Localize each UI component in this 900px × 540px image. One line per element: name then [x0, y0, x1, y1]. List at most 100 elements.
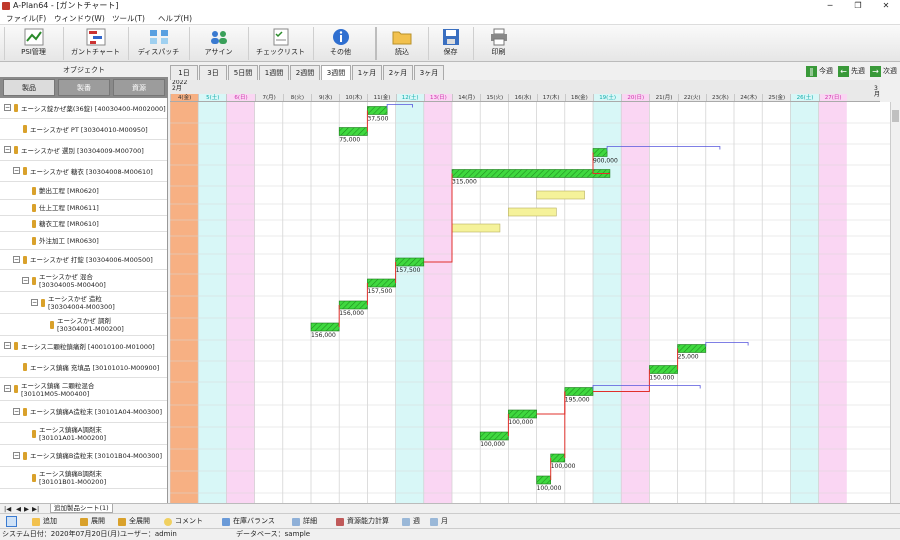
- range-tab-3week[interactable]: 3週間: [321, 65, 351, 80]
- gantt-button[interactable]: ガントチャート: [63, 27, 127, 60]
- day-header-cell: 4(金): [170, 94, 199, 101]
- range-tab-2week[interactable]: 2週間: [290, 65, 320, 80]
- day-header-cell: 26(土): [790, 94, 819, 101]
- collapse-toggle-icon[interactable]: −: [13, 167, 20, 174]
- day-column-shade: [170, 102, 199, 503]
- item-icon: [23, 255, 27, 264]
- tree-row-label: エーシスかぜ 造粒: [48, 295, 102, 303]
- tab-products[interactable]: 製品: [3, 79, 55, 96]
- next-week-button[interactable]: → 次週: [870, 65, 897, 78]
- menu-window[interactable]: ウィンドウ(W): [54, 13, 105, 24]
- tree-row[interactable]: 糖衣工程 [MR0610]: [0, 216, 167, 232]
- assign-button[interactable]: アサイン: [189, 27, 247, 60]
- collapse-toggle-icon[interactable]: −: [4, 385, 11, 392]
- capacity-calc-button[interactable]: 資源能力計算: [336, 515, 389, 528]
- menu-tools[interactable]: ツール(T): [112, 13, 145, 24]
- week-view-button[interactable]: 週: [402, 515, 420, 528]
- tree-row[interactable]: − エーシスかぜ 混合 [30304005-M00400]: [0, 270, 167, 292]
- dispatch-button[interactable]: ディスパッチ: [128, 27, 188, 60]
- item-icon: [23, 363, 27, 371]
- prev-week-button[interactable]: ← 先週: [838, 65, 865, 78]
- tree-row[interactable]: 仕上工程 [MR0611]: [0, 200, 167, 216]
- range-tab-2month[interactable]: 2ヶ月: [383, 65, 413, 80]
- toolbar: PSI管理 ガントチャート ディスパッチ アサイン チェックリスト その他 読込…: [0, 25, 900, 62]
- gantt-bar-qty: 100,000: [551, 463, 576, 470]
- comment-button[interactable]: コメント: [164, 515, 203, 528]
- tree-row[interactable]: − エーシス鎮痛A造粒末 [30101A04-M00300]: [0, 401, 167, 423]
- menu-file[interactable]: ファイル(F): [6, 13, 46, 24]
- gantt-chart[interactable]: 37,500 75,000 900,000 315,000 157,500 157,500…: [170, 102, 890, 503]
- collapse-toggle-icon[interactable]: −: [22, 276, 29, 284]
- sheet-tab[interactable]: 追加製品シート(1): [50, 504, 113, 513]
- range-tab-1day[interactable]: 1日: [170, 65, 198, 80]
- day-header-cell: 15(火): [480, 94, 509, 101]
- day-header-cell: 21(月): [649, 94, 678, 101]
- psi-button[interactable]: PSI管理: [4, 27, 62, 60]
- range-tab-5day[interactable]: 5日間: [228, 65, 258, 80]
- tree-row[interactable]: − エーシスかぜ 打錠 [30304006-M00500]: [0, 250, 167, 270]
- assign-users-icon: [210, 31, 227, 44]
- tree-row[interactable]: 外注加工 [MR0630]: [0, 232, 167, 250]
- tree-row[interactable]: − エーシス鎮痛B造粒末 [30101B04-M00300]: [0, 445, 167, 467]
- details-button[interactable]: 詳細: [292, 515, 317, 528]
- vertical-scrollbar[interactable]: [890, 102, 900, 503]
- menu-bar: ファイル(F) ウィンドウ(W) ツール(T) ヘルプ(H): [0, 12, 900, 25]
- collapse-toggle-icon[interactable]: −: [4, 342, 11, 349]
- inventory-balance-button[interactable]: 在庫バランス: [222, 515, 275, 528]
- gantt-bar-qty: 75,000: [339, 137, 360, 144]
- save-button[interactable]: 保存: [428, 27, 472, 60]
- tree-row[interactable]: エーシス鎮痛B調剤末 [30101B01-M00200]: [0, 467, 167, 489]
- menu-help[interactable]: ヘルプ(H): [158, 13, 192, 24]
- range-tab-1month[interactable]: 1ヶ月: [352, 65, 382, 80]
- restore-button[interactable]: ❐: [844, 0, 872, 12]
- collapse-toggle-icon[interactable]: −: [13, 451, 20, 459]
- minimize-button[interactable]: ─: [816, 0, 844, 12]
- gantt-canvas: 37,500 75,000 900,000 315,000 157,500 157,500…: [170, 102, 890, 503]
- day-header-cell: 13(日): [423, 94, 452, 101]
- other-button[interactable]: その他: [313, 27, 367, 60]
- gantt-bar: [479, 431, 509, 441]
- tree-row[interactable]: エーシスかぜ PT [30304010-M00950]: [0, 119, 167, 140]
- range-tab-1week[interactable]: 1週間: [259, 65, 289, 80]
- tree-row-label: エーシス鎮痛 充填品 [30101010-M00900]: [30, 363, 160, 372]
- day-header-cell: 10(木): [339, 94, 368, 101]
- close-button[interactable]: ✕: [872, 0, 900, 12]
- tree-row[interactable]: 艶出工程 [MR0620]: [0, 182, 167, 200]
- tab-lots[interactable]: 製番: [58, 79, 110, 96]
- tree-row[interactable]: − エーシスかぜ 造粒 [30304004-M00300]: [0, 292, 167, 314]
- tree-row[interactable]: − エーシスかぜ 選別 [30304009-M00700]: [0, 140, 167, 161]
- tree-row[interactable]: − エーシス二顆粒鎮痛剤 [40010100-M01000]: [0, 336, 167, 357]
- pause-icon: ‖: [806, 66, 817, 77]
- tree-row[interactable]: − エーシス錠かぜ薬(36錠) [40030400-M002000]: [0, 98, 167, 119]
- scroll-thumb[interactable]: [892, 110, 899, 122]
- tree-row[interactable]: − エーシス鎮痛 二顆粒混合 [30101M05-M00400]: [0, 378, 167, 401]
- add-button[interactable]: 追加: [32, 515, 57, 528]
- expand-button[interactable]: 展開: [80, 515, 105, 528]
- collapse-toggle-icon[interactable]: −: [31, 298, 38, 306]
- app-icon: [2, 2, 10, 10]
- gantt-bar: [310, 322, 340, 332]
- print-button[interactable]: 印刷: [473, 27, 523, 60]
- expand-all-button[interactable]: 全展開: [118, 515, 150, 528]
- this-week-button[interactable]: ‖ 今週: [806, 65, 833, 78]
- checklist-button[interactable]: チェックリスト: [248, 27, 312, 60]
- collapse-toggle-icon[interactable]: −: [13, 407, 20, 415]
- tree-row[interactable]: エーシスかぜ 調剤 [30304001-M00200]: [0, 314, 167, 336]
- select-tool-icon[interactable]: [6, 516, 17, 527]
- day-header-cell: 16(水): [508, 94, 537, 101]
- load-button[interactable]: 読込: [375, 27, 427, 60]
- day-header-cell: 19(土): [593, 94, 622, 101]
- calendar-week-icon: [402, 518, 410, 526]
- collapse-toggle-icon[interactable]: −: [4, 104, 11, 111]
- month-view-button[interactable]: 月: [430, 515, 448, 528]
- tree-row[interactable]: エーシス鎮痛 充填品 [30101010-M00900]: [0, 357, 167, 378]
- tree-row-label: エーシスかぜ 選別 [30304009-M00700]: [21, 146, 144, 155]
- collapse-toggle-icon[interactable]: −: [13, 255, 20, 263]
- collapse-toggle-icon[interactable]: −: [4, 146, 11, 153]
- range-tab-3day[interactable]: 3日: [199, 65, 227, 80]
- tree-row[interactable]: − エーシスかぜ 糖衣 [30304008-M00610]: [0, 161, 167, 182]
- tab-resources[interactable]: 資源: [113, 79, 165, 96]
- tree-row[interactable]: エーシス鎮痛A調剤末 [30101A01-M00200]: [0, 423, 167, 445]
- range-tab-3month[interactable]: 3ヶ月: [414, 65, 444, 80]
- gantt-bar: [677, 344, 707, 353]
